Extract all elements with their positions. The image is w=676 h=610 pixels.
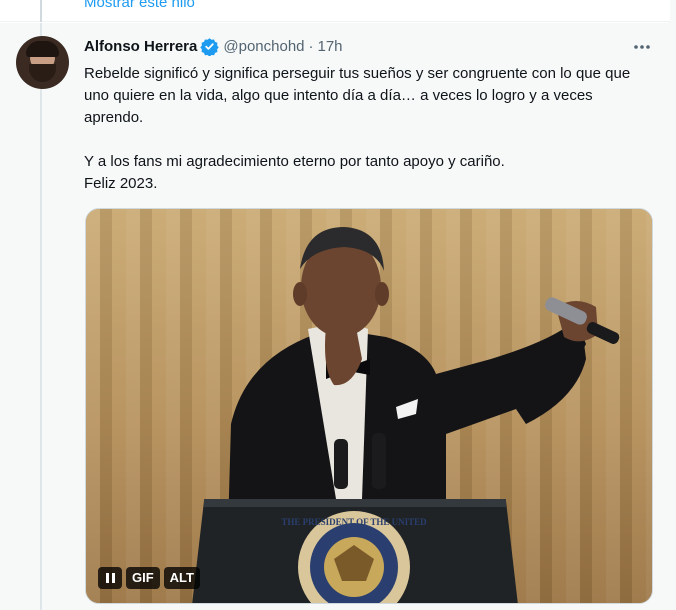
thread-line <box>40 0 42 22</box>
alt-text-button[interactable]: ALT <box>163 567 200 589</box>
author-handle[interactable]: @ponchohd <box>223 38 304 55</box>
thread-line <box>40 23 42 610</box>
previous-tweet[interactable]: Mostrar este hilo <box>0 0 670 22</box>
tweet-text-paragraph: Y a los fans mi agradecimiento eterno po… <box>84 153 505 170</box>
media-image: THE PRESIDENT OF THE UNITED <box>192 227 620 603</box>
tweet-media-gif[interactable]: THE PRESIDENT OF THE UNITED GIF ALT <box>85 208 653 604</box>
media-badges: GIF ALT <box>98 567 200 589</box>
separator-dot: · <box>308 37 314 55</box>
tweet-text-paragraph: Rebelde significó y significa perseguir … <box>84 65 631 126</box>
show-thread-link[interactable]: Mostrar este hilo <box>84 0 195 13</box>
author-name[interactable]: Alfonso Herrera <box>84 38 197 55</box>
tweet-text-paragraph: Feliz 2023. <box>84 175 158 192</box>
tweet[interactable]: Alfonso Herrera @ponchohd · 17h Rebelde … <box>0 23 670 610</box>
timeline: Mostrar este hilo Alfonso Herrera @ponch… <box>0 0 670 610</box>
gif-badge: GIF <box>126 567 160 589</box>
tweet-timestamp[interactable]: 17h <box>318 38 343 55</box>
seal-text: THE PRESIDENT OF THE UNITED <box>281 517 427 527</box>
verified-badge-icon <box>200 37 220 57</box>
more-horizontal-icon[interactable] <box>630 37 654 57</box>
tweet-text: Rebelde significó y significa perseguir … <box>84 63 654 195</box>
avatar[interactable] <box>16 36 69 89</box>
tweet-header: Alfonso Herrera @ponchohd · 17h <box>84 36 343 57</box>
pause-icon[interactable] <box>98 567 122 589</box>
page: Mostrar este hilo Alfonso Herrera @ponch… <box>0 0 676 610</box>
